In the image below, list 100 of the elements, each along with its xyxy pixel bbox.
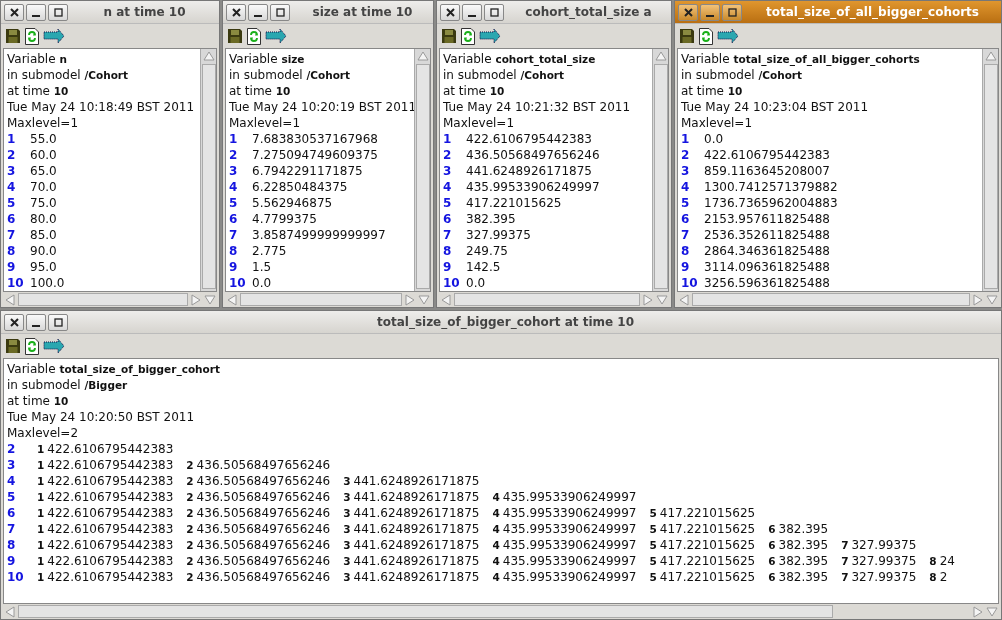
row-index: 6 (7, 211, 17, 227)
maximize-button[interactable] (48, 313, 68, 331)
arrow-icon[interactable] (264, 27, 288, 45)
scroll-down-icon[interactable] (656, 293, 668, 306)
row-index: 4 (229, 179, 239, 195)
arrow-icon[interactable] (478, 27, 502, 45)
scroll-down-icon[interactable] (986, 293, 998, 306)
maximize-icon (53, 7, 63, 17)
close-button[interactable] (440, 3, 460, 21)
entry-value: 441.6248926171875 (353, 490, 480, 504)
row-value: 859.1163645208007 (704, 164, 830, 178)
scroll-down-icon[interactable] (986, 605, 998, 618)
entry-index: 3 (343, 475, 351, 487)
row-index: 7 (7, 521, 17, 537)
maximize-icon (275, 7, 285, 17)
scroll-up-icon[interactable] (654, 50, 667, 62)
row-value: 7.683830537167968 (252, 132, 378, 146)
scroll-left-icon[interactable] (440, 293, 452, 306)
minimize-button[interactable] (700, 3, 720, 21)
scroll-left-icon[interactable] (4, 293, 16, 306)
row-index: 9 (7, 259, 17, 275)
row-value: 422.6106795442383 (704, 148, 830, 162)
refresh-button[interactable] (246, 27, 262, 45)
save-button[interactable] (4, 28, 22, 44)
entry-value: 417.221015625 (659, 570, 756, 584)
row-index: 2 (7, 441, 17, 457)
scroll-right-icon[interactable] (972, 605, 984, 618)
entry-index: 1 (37, 459, 45, 471)
refresh-page-icon (461, 27, 475, 45)
close-button[interactable] (4, 3, 24, 21)
row-index: 2 (681, 147, 691, 163)
save-button[interactable] (440, 28, 458, 44)
minimize-icon (468, 14, 476, 17)
save-button[interactable] (226, 28, 244, 44)
refresh-button[interactable] (698, 27, 714, 45)
row-value: 441.6248926171875 (466, 164, 592, 178)
scroll-down-icon[interactable] (418, 293, 430, 306)
arrow-icon[interactable] (42, 27, 66, 45)
entry-index: 7 (841, 571, 849, 583)
text-line: in submodel /Bigger (7, 377, 129, 393)
refresh-button[interactable] (460, 27, 476, 45)
close-button[interactable] (4, 313, 24, 331)
row-index: 3 (7, 457, 17, 473)
row-index: 10 (7, 569, 25, 585)
entry-index: 6 (768, 571, 776, 583)
maximize-button[interactable] (722, 3, 742, 21)
maximize-button[interactable] (484, 3, 504, 21)
entry-index: 3 (343, 491, 351, 503)
row-value: 327.99375 (466, 228, 531, 242)
scroll-right-icon[interactable] (642, 293, 654, 306)
horizontal-scroll-thumb[interactable] (454, 293, 640, 306)
save-button[interactable] (4, 338, 22, 354)
horizontal-scroll-thumb[interactable] (18, 293, 188, 306)
scroll-up-icon[interactable] (202, 50, 215, 62)
scroll-left-icon[interactable] (678, 293, 690, 306)
entry-value: 24 (939, 554, 955, 568)
text-line: in submodel /Cohort (681, 67, 804, 83)
minimize-button[interactable] (26, 313, 46, 331)
minimize-button[interactable] (26, 3, 46, 21)
scroll-right-icon[interactable] (404, 293, 416, 306)
row-index: 1 (229, 131, 239, 147)
horizontal-scroll-thumb[interactable] (18, 605, 833, 618)
entry-index: 3 (343, 539, 351, 551)
text-line: in submodel /Cohort (443, 67, 566, 83)
row-value: 1.5 (252, 260, 272, 274)
row-index: 5 (7, 195, 17, 211)
row-value: 249.75 (466, 244, 508, 258)
entry-index: 2 (186, 539, 194, 551)
entry-index: 5 (649, 507, 657, 519)
window-title: cohort_total_size a (524, 5, 653, 19)
horizontal-scroll-thumb[interactable] (240, 293, 402, 306)
refresh-button[interactable] (24, 337, 40, 355)
entry-value: 382.395 (778, 570, 829, 584)
scroll-up-icon[interactable] (984, 50, 997, 62)
scroll-up-icon[interactable] (416, 50, 429, 62)
scroll-left-icon[interactable] (226, 293, 238, 306)
maximize-button[interactable] (48, 3, 68, 21)
minimize-button[interactable] (462, 3, 482, 21)
close-button[interactable] (678, 3, 698, 21)
entry-index: 2 (186, 523, 194, 535)
scroll-left-icon[interactable] (4, 605, 16, 618)
row-value: 6.22850484375 (252, 180, 348, 194)
minimize-button[interactable] (248, 3, 268, 21)
close-button[interactable] (226, 3, 246, 21)
horizontal-scroll-thumb[interactable] (692, 293, 970, 306)
entry-value: 441.6248926171875 (353, 474, 480, 488)
save-button[interactable] (678, 28, 696, 44)
row-index: 4 (681, 179, 691, 195)
maximize-button[interactable] (270, 3, 290, 21)
entry-index: 3 (343, 571, 351, 583)
entry-index: 4 (492, 523, 500, 535)
row-value: 0.0 (704, 132, 724, 146)
arrow-icon[interactable] (716, 27, 740, 45)
scroll-right-icon[interactable] (190, 293, 202, 306)
entry-value: 417.221015625 (659, 506, 756, 520)
refresh-page-icon (25, 27, 39, 45)
scroll-right-icon[interactable] (972, 293, 984, 306)
arrow-icon[interactable] (42, 337, 66, 355)
refresh-button[interactable] (24, 27, 40, 45)
scroll-down-icon[interactable] (204, 293, 216, 306)
